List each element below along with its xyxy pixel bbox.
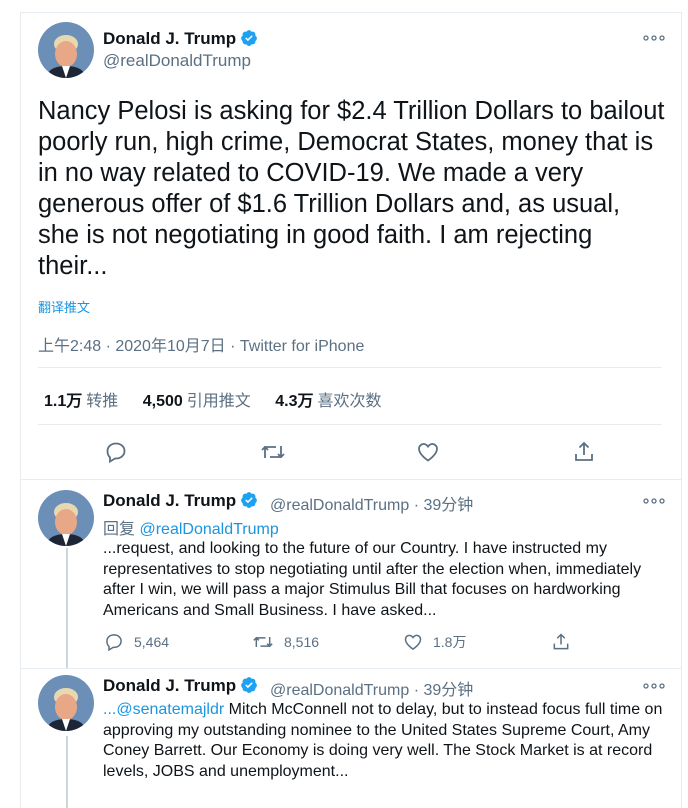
like-count: 1.8万 [433, 634, 467, 650]
author-name[interactable]: Donald J. Trump [103, 491, 258, 511]
verified-icon [241, 677, 258, 693]
reply-icon[interactable] [104, 440, 128, 464]
author-handle-time[interactable]: @realDonaldTrump · 39分钟 [270, 676, 473, 700]
more-icon[interactable] [642, 680, 666, 692]
divider [38, 367, 662, 368]
replying-to-handle[interactable]: @realDonaldTrump [139, 521, 278, 538]
reply-count: 5,464 [134, 634, 170, 650]
mention-link[interactable]: ...@senatemajldr [103, 701, 224, 718]
avatar[interactable] [38, 675, 94, 731]
tweet-text: Nancy Pelosi is asking for $2.4 Trillion… [38, 97, 665, 280]
author-handle-time[interactable]: @realDonaldTrump · 39分钟 [270, 491, 473, 515]
replying-to: 回复 @realDonaldTrump [103, 515, 279, 539]
reply-text: ...request, and looking to the future of… [103, 540, 642, 619]
quotes-count[interactable]: 4,500 [143, 393, 183, 410]
like-action[interactable]: 1.8万 [403, 632, 466, 652]
verified-icon [241, 492, 258, 508]
retweet-count: 8,516 [284, 634, 320, 650]
author-name-text[interactable]: Donald J. Trump [103, 29, 236, 48]
like-icon[interactable] [416, 440, 440, 464]
likes-label[interactable]: 喜欢次数 [317, 393, 381, 410]
divider [38, 424, 662, 425]
retweet-action[interactable]: 8,516 [252, 632, 319, 652]
retweets-count[interactable]: 1.1万 [44, 393, 82, 410]
verified-icon [241, 30, 258, 46]
reply-icon[interactable] [104, 632, 124, 652]
retweet-icon[interactable] [252, 632, 274, 652]
quotes-label[interactable]: 引用推文 [187, 393, 251, 410]
author-handle[interactable]: @realDonaldTrump [103, 51, 251, 71]
avatar[interactable] [38, 22, 94, 78]
tweet-timestamp[interactable]: 上午2:48 · 2020年10月7日 · Twitter for iPhone [38, 332, 364, 356]
author-name[interactable]: Donald J. Trump [103, 676, 258, 696]
author-name-text[interactable]: Donald J. Trump [103, 491, 236, 510]
more-icon[interactable] [642, 32, 666, 44]
share-icon[interactable] [572, 440, 596, 464]
tweet-stats: 1.1万 转推 4,500 引用推文 4.3万 喜欢次数 [44, 387, 402, 411]
like-icon[interactable] [403, 632, 423, 652]
divider [20, 479, 682, 480]
more-icon[interactable] [642, 495, 666, 507]
share-action[interactable] [551, 632, 571, 652]
thread-line [66, 736, 68, 808]
translate-link[interactable]: 翻译推文 [38, 297, 90, 316]
thread-line [66, 548, 68, 668]
retweets-label[interactable]: 转推 [86, 393, 118, 410]
reply-text: ...@senatemajldr Mitch McConnell not to … [103, 700, 663, 782]
replying-to-prefix: 回复 [103, 521, 136, 538]
divider [20, 668, 682, 669]
avatar[interactable] [38, 490, 94, 546]
retweet-icon[interactable] [260, 440, 286, 464]
likes-count[interactable]: 4.3万 [275, 393, 313, 410]
author-name[interactable]: Donald J. Trump [103, 29, 258, 49]
share-icon[interactable] [551, 632, 571, 652]
reply-action[interactable]: 5,464 [104, 632, 169, 652]
author-name-text[interactable]: Donald J. Trump [103, 676, 236, 695]
